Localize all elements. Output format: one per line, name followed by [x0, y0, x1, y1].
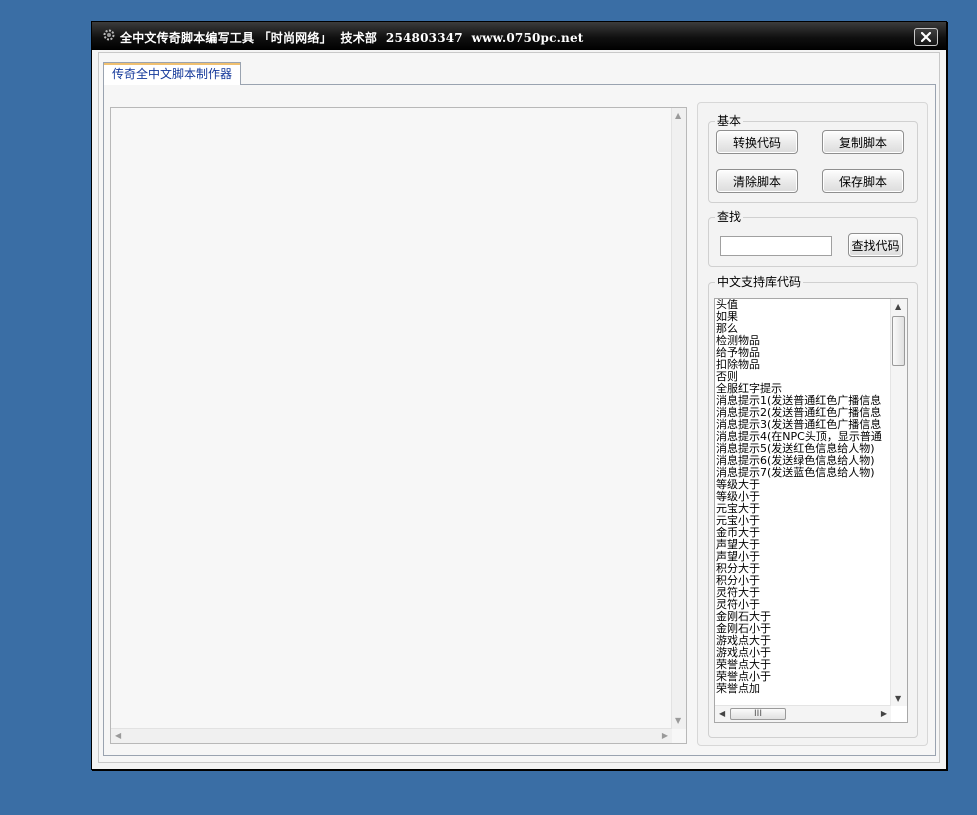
list-item[interactable]: 扣除物品 — [716, 359, 890, 371]
library-items: 头值 如果 那么 检测物品 给予物品 扣除物品 否则 全服红字提示 消息提示1(发送普通红色广播… — [716, 299, 890, 695]
search-input[interactable] — [720, 236, 832, 256]
gear-app-icon — [103, 29, 115, 41]
window-title: 全中文传奇脚本编写工具 「时尚网络」 技术部 254803347 www.075… — [120, 31, 584, 45]
library-group-label: 中文支持库代码 — [715, 274, 804, 290]
list-scroll-left-icon[interactable]: ◀ — [719, 710, 725, 718]
save-script-button[interactable]: 保存脚本 — [822, 169, 904, 193]
list-item[interactable]: 荣誉点加 — [716, 683, 890, 695]
search-code-button[interactable]: 查找代码 — [848, 233, 903, 257]
copy-script-button[interactable]: 复制脚本 — [822, 130, 904, 154]
list-scroll-up-icon[interactable]: ▲ — [895, 303, 901, 311]
scroll-left-icon[interactable]: ◀ — [115, 732, 121, 740]
clear-script-button[interactable]: 清除脚本 — [716, 169, 798, 193]
library-code-list[interactable]: 头值 如果 那么 检测物品 给予物品 扣除物品 否则 全服红字提示 消息提示1(发送普通红色广播… — [714, 298, 908, 723]
list-item[interactable]: 头值 — [716, 299, 890, 311]
scroll-up-icon[interactable]: ▲ — [675, 112, 681, 120]
editor-vertical-scrollbar[interactable]: ▲ ▼ — [671, 108, 686, 729]
search-group-label: 查找 — [715, 209, 744, 225]
scroll-down-icon[interactable]: ▼ — [675, 717, 681, 725]
main-window: 全中文传奇脚本编写工具 「时尚网络」 技术部 254803347 www.075… — [91, 21, 947, 770]
close-button[interactable] — [914, 28, 938, 46]
script-editor[interactable]: ▲ ▼ ◀ ▶ — [110, 107, 687, 744]
scroll-right-icon[interactable]: ▶ — [662, 732, 668, 740]
close-icon — [921, 32, 931, 42]
editor-horizontal-scrollbar[interactable]: ◀ ▶ — [111, 728, 672, 743]
list-horizontal-scrollbar[interactable]: ◀ III ▶ — [715, 705, 891, 722]
list-hscroll-thumb[interactable]: III — [730, 708, 786, 720]
convert-code-button[interactable]: 转换代码 — [716, 130, 798, 154]
list-scroll-thumb[interactable] — [892, 316, 905, 366]
tab-script-maker[interactable]: 传奇全中文脚本制作器 — [103, 62, 242, 85]
list-scroll-right-icon[interactable]: ▶ — [881, 710, 887, 718]
basic-group-label: 基本 — [715, 113, 744, 129]
list-scroll-down-icon[interactable]: ▼ — [895, 695, 901, 703]
title-bar[interactable]: 全中文传奇脚本编写工具 「时尚网络」 技术部 254803347 www.075… — [92, 22, 946, 50]
list-item[interactable]: 如果 — [716, 311, 890, 323]
list-vertical-scrollbar[interactable]: ▲ ▼ — [890, 299, 907, 706]
